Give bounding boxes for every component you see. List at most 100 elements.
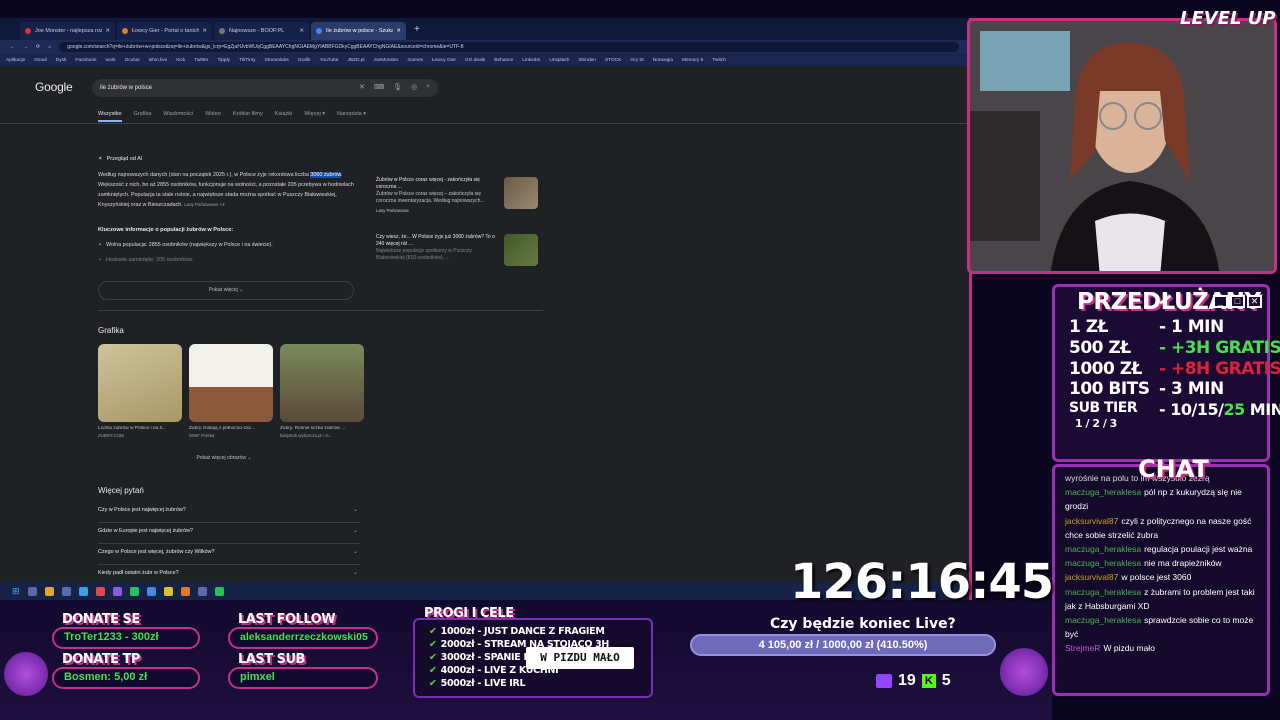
- search-input[interactable]: ile żubrów w polsce ✕ ⌨ 🎙 ◎ ⌕: [92, 79, 438, 97]
- browser-tab[interactable]: Joe Monster - najlepsza rozryw...✕: [20, 22, 115, 40]
- bookmark-item[interactable]: Memory 5: [682, 58, 703, 63]
- donate-se-value: TroTer1233 - 300zł: [52, 627, 200, 649]
- url-field[interactable]: google.com/search?q=ile+żubrów+w+polsce&…: [59, 42, 959, 52]
- new-tab-icon[interactable]: +: [414, 24, 420, 35]
- taskbar-app-icon[interactable]: [214, 586, 224, 596]
- image-result[interactable]: [189, 344, 273, 422]
- taskbar-app-icon[interactable]: [78, 586, 88, 596]
- bookmark-item[interactable]: Tipply: [217, 58, 230, 63]
- bookmark-item[interactable]: STOCK: [605, 58, 621, 63]
- bookmark-item[interactable]: Twitch: [712, 58, 726, 63]
- paa-question[interactable]: Gdzie w Europie jest najwięcej żubrów? ⌄: [98, 523, 360, 544]
- more-images-button[interactable]: Pokaż więcej obrazów ⌄: [158, 451, 290, 465]
- image-caption[interactable]: Żubry. Rośnie liczba żubrów ...: [280, 426, 364, 431]
- image-source: WWF Polska: [189, 433, 215, 438]
- tab-books[interactable]: Książki: [275, 111, 292, 122]
- mic-icon[interactable]: 🎙: [393, 83, 402, 91]
- image-result[interactable]: [280, 344, 364, 422]
- bookmark-item[interactable]: Gry trt: [630, 58, 643, 63]
- chrome-icon[interactable]: [163, 586, 173, 596]
- home-icon[interactable]: ⌂: [48, 44, 51, 50]
- tab-all[interactable]: Wszystko: [98, 111, 122, 122]
- image-caption[interactable]: Liczba żubrów w Polsce i na ś...: [98, 426, 182, 431]
- google-favicon-icon: [316, 28, 322, 34]
- tab-favicon-icon: [25, 28, 31, 34]
- bookmark-item[interactable]: Twitter: [194, 58, 208, 63]
- chat-panel: wyrośnie na polu to im wszystko zeżrą ma…: [1052, 464, 1270, 696]
- taskbar-app-icon[interactable]: [180, 586, 190, 596]
- ai-source-card[interactable]: Czy wiesz, że... W Polsce żyje już 3060 …: [376, 234, 538, 266]
- close-icon[interactable]: ✕: [105, 28, 110, 34]
- bookmark-item[interactable]: YouTube: [320, 58, 339, 63]
- tab-more[interactable]: Więcej ▾: [304, 111, 325, 122]
- bookmark-item[interactable]: Games: [408, 58, 423, 63]
- lens-icon[interactable]: ◎: [411, 83, 417, 91]
- tab-news[interactable]: Wiadomości: [163, 111, 193, 122]
- browser-tab[interactable]: Najnowsze - BOOP.PL ✕: [214, 22, 309, 40]
- bookmark-item[interactable]: Oculus: [125, 58, 140, 63]
- browser-tab-active[interactable]: Ile żubrów w polsce - Szukaj w...✕: [311, 22, 406, 40]
- bookmark-item[interactable]: Facebook: [75, 58, 96, 63]
- taskbar-app-icon[interactable]: [61, 586, 71, 596]
- bookmark-item[interactable]: Łowcy Gier: [432, 58, 456, 63]
- bookmark-item[interactable]: JoeMonster: [373, 58, 398, 63]
- bookmark-item[interactable]: Kick: [176, 58, 185, 63]
- tab-tools[interactable]: Narzędzia ▾: [337, 111, 366, 122]
- google-results-page: Google ile żubrów w polsce ✕ ⌨ 🎙 ◎ ⌕ Wsz…: [0, 66, 969, 590]
- bookmark-item[interactable]: Norwegia: [653, 58, 673, 63]
- bookmark-item[interactable]: TikTinty: [239, 58, 255, 63]
- clear-icon[interactable]: ✕: [359, 83, 365, 91]
- chat-message: jacksurvival87 czyli z politycznego na na…: [1065, 515, 1252, 540]
- paa-question[interactable]: Czy w Polsce jest najwięcej żubrów? ⌄: [98, 502, 360, 523]
- close-icon[interactable]: ✕: [299, 28, 304, 34]
- ai-source-card[interactable]: Żubrów w Polsce coraz więcej - zakończył…: [376, 177, 538, 214]
- bookmark-item[interactable]: LinkedIn: [522, 58, 540, 63]
- bookmark-item[interactable]: JBZD.pl: [347, 58, 364, 63]
- taskbar-app-icon[interactable]: [27, 586, 37, 596]
- windows-start-icon[interactable]: ⊞: [12, 586, 20, 597]
- back-icon[interactable]: ←: [10, 44, 15, 50]
- bookmark-item[interactable]: Unsplash: [549, 58, 569, 63]
- sparkle-icon: ✦: [98, 156, 103, 162]
- search-query: ile żubrów w polsce: [100, 85, 153, 91]
- address-bar: ← → ⟳ ⌂ google.com/search?q=ile+żubrów+w…: [0, 40, 969, 54]
- bookmark-item[interactable]: Aplikacje: [6, 58, 25, 63]
- search-icon[interactable]: ⌕: [426, 83, 430, 91]
- image-result[interactable]: [98, 344, 182, 422]
- google-logo[interactable]: Google: [35, 80, 73, 94]
- tab-images[interactable]: Grafika: [134, 111, 152, 122]
- kick-viewers: 5: [941, 672, 951, 689]
- bookmark-item[interactable]: Grafik: [298, 58, 311, 63]
- end-progress-bar: 4 105,00 zł / 1000,00 zł (410.50%): [690, 634, 996, 656]
- close-icon[interactable]: ✕: [396, 28, 401, 34]
- bookmark-item[interactable]: Ishin.live: [149, 58, 168, 63]
- bookmark-item[interactable]: Behance: [494, 58, 513, 63]
- tab-video[interactable]: Wideo: [205, 111, 221, 122]
- tab-short-videos[interactable]: Krótkie filmy: [233, 111, 263, 122]
- bookmark-item[interactable]: Shinden: [578, 58, 596, 63]
- source-link[interactable]: Lasy Państwowe +3: [184, 202, 224, 207]
- browser-tab[interactable]: Łowcy Gier - Portal o tanich gr...✕: [117, 22, 212, 40]
- donate-tp-value: Bosmen: 5,00 zł: [52, 667, 200, 689]
- last-sub-label: LAST SUB: [238, 652, 305, 667]
- image-caption[interactable]: Żubry znikają z północno-zac...: [189, 426, 273, 431]
- taskbar-app-icon[interactable]: [95, 586, 105, 596]
- bookmark-item[interactable]: Gmail: [34, 58, 47, 63]
- close-icon[interactable]: ✕: [202, 28, 207, 34]
- taskbar-app-icon[interactable]: [197, 586, 207, 596]
- bookmark-item[interactable]: work: [105, 58, 115, 63]
- bookmark-item[interactable]: GG.deals: [465, 58, 485, 63]
- bookmark-item[interactable]: Dysk: [56, 58, 67, 63]
- price-row: 1 ZŁ - 1 MIN: [1069, 317, 1224, 337]
- bookmark-item[interactable]: Streamlabs: [265, 58, 289, 63]
- taskbar-app-icon[interactable]: [112, 586, 122, 596]
- spotify-icon[interactable]: [129, 586, 139, 596]
- forward-icon[interactable]: →: [23, 44, 28, 50]
- keyboard-icon[interactable]: ⌨: [374, 83, 384, 91]
- ai-heading: Kluczowe informacje o populacji żubrów w…: [98, 227, 234, 233]
- paa-question[interactable]: Czego w Polsce jest więcej, żubrów czy W…: [98, 544, 360, 565]
- reload-icon[interactable]: ⟳: [36, 44, 40, 50]
- taskbar-app-icon[interactable]: [146, 586, 156, 596]
- folder-icon[interactable]: [44, 586, 54, 596]
- show-more-button[interactable]: Pokaż więcej ⌄: [98, 281, 354, 300]
